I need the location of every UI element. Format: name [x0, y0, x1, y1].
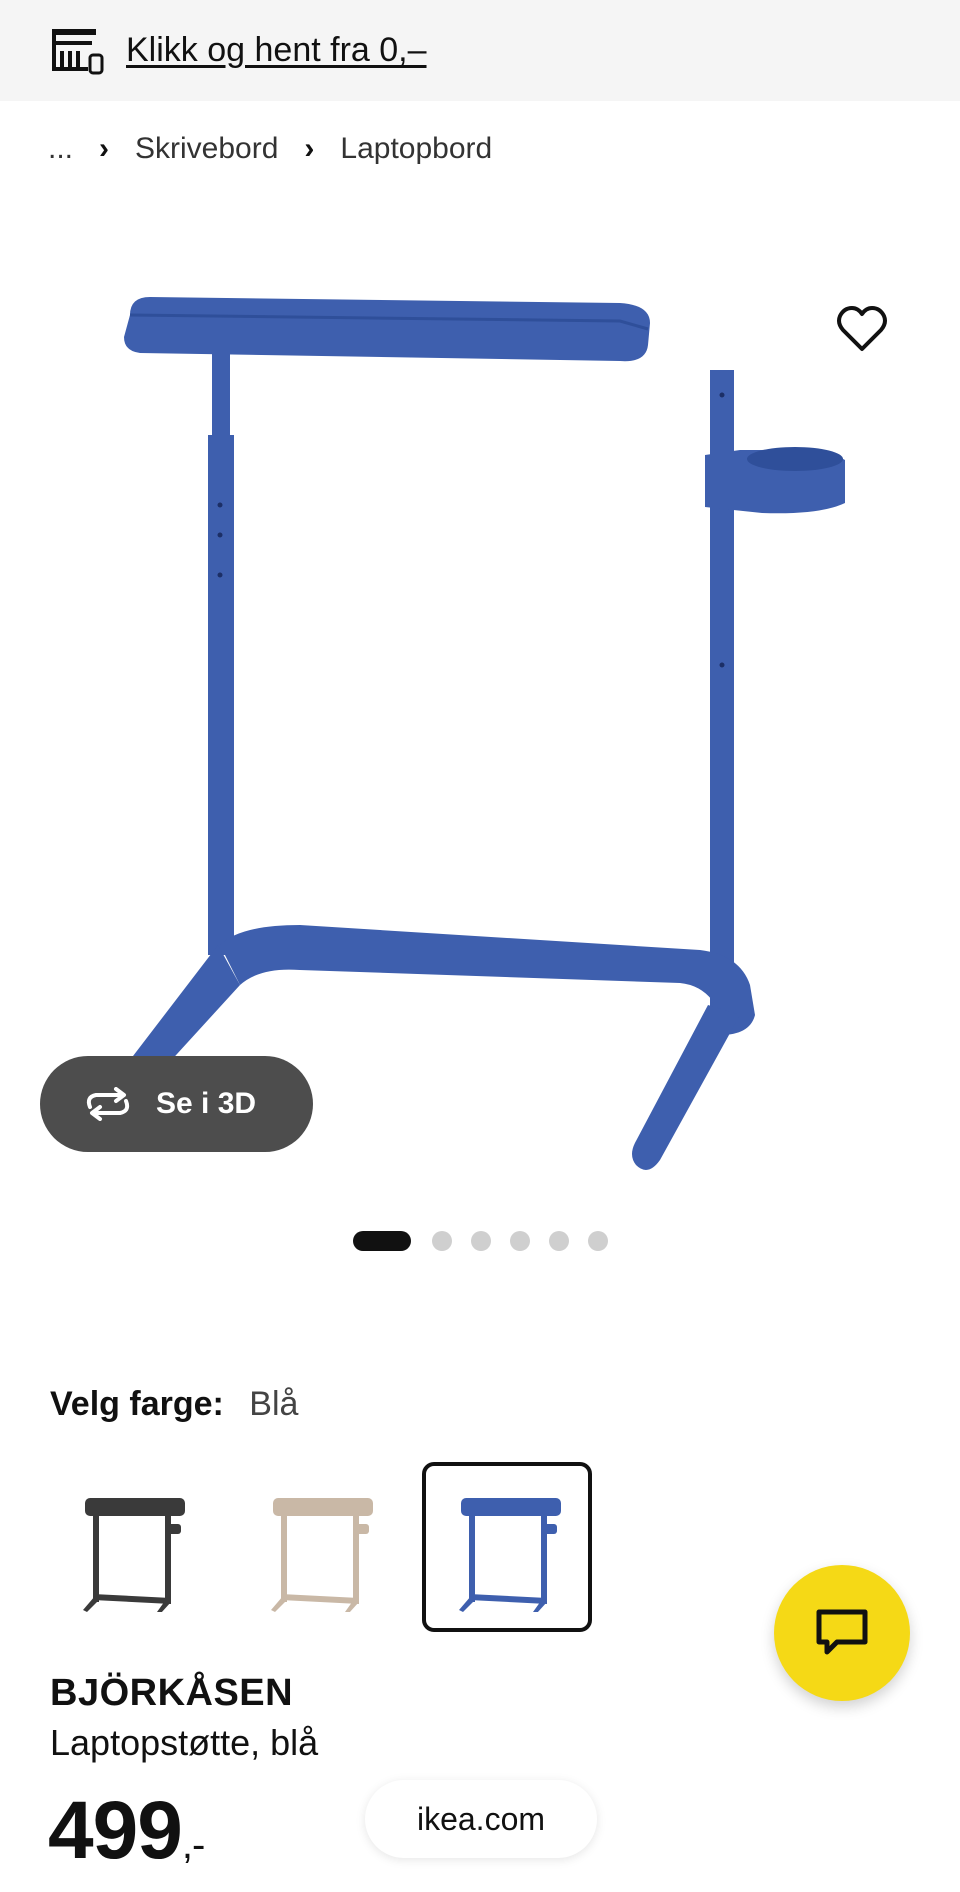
view-in-3d-label: Se i 3D: [156, 1087, 257, 1120]
product-price: 499,-: [48, 1784, 205, 1878]
store-pickup-icon: [52, 28, 104, 74]
black-variant-thumbnail: [83, 1498, 185, 1612]
breadcrumb-separator: ›: [304, 132, 315, 165]
carousel-dots: [353, 1231, 627, 1251]
breadcrumb-item-laptopbord[interactable]: Laptopbord: [340, 132, 492, 166]
swatch-black[interactable]: [46, 1462, 216, 1632]
promo-bar: Klikk og hent fra 0,–: [0, 0, 960, 101]
breadcrumb-separator: ›: [99, 132, 110, 165]
carousel-dot-2[interactable]: [432, 1231, 452, 1251]
color-picker: Velg farge: Blå: [50, 1385, 298, 1424]
selected-color: Blå: [249, 1385, 299, 1423]
breadcrumb-ellipsis[interactable]: ...: [48, 132, 73, 166]
swatch-beige[interactable]: [234, 1462, 404, 1632]
rotate-3d-icon: [86, 1087, 130, 1121]
view-in-3d-button[interactable]: Se i 3D: [40, 1056, 313, 1152]
carousel-dot-1[interactable]: [353, 1231, 411, 1251]
product-description: Laptopstøtte, blå: [50, 1722, 319, 1763]
price-suffix: ,-: [181, 1823, 205, 1867]
product-gallery[interactable]: [0, 200, 960, 1200]
breadcrumb: ... › Skrivebord › Laptopbord: [48, 132, 492, 166]
chat-button[interactable]: [774, 1565, 910, 1701]
carousel-dot-3[interactable]: [471, 1231, 491, 1251]
product-name: BJÖRKÅSEN: [50, 1672, 294, 1714]
heart-icon[interactable]: [836, 305, 888, 353]
product-image[interactable]: [100, 245, 870, 1195]
color-label: Velg farge:: [50, 1385, 224, 1423]
blue-variant-thumbnail: [459, 1498, 561, 1612]
swatch-blue[interactable]: [422, 1462, 592, 1632]
beige-variant-thumbnail: [271, 1498, 373, 1612]
color-swatches: [46, 1462, 610, 1632]
carousel-dot-6[interactable]: [588, 1231, 608, 1251]
carousel-dot-5[interactable]: [549, 1231, 569, 1251]
carousel-dot-4[interactable]: [510, 1231, 530, 1251]
breadcrumb-item-skrivebord[interactable]: Skrivebord: [135, 132, 278, 166]
url-bar[interactable]: ikea.com: [365, 1780, 597, 1858]
click-collect-link[interactable]: Klikk og hent fra 0,–: [126, 31, 427, 70]
price-value: 499: [48, 1785, 183, 1876]
chat-bubble-icon: [816, 1609, 868, 1655]
